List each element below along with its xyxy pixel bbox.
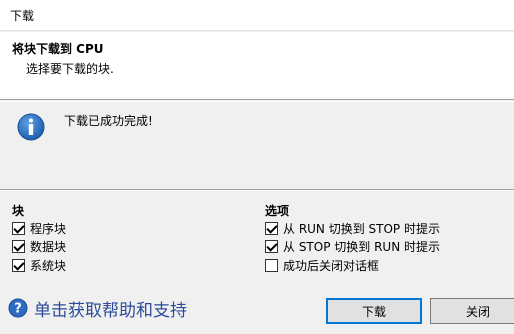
checkbox-label: 从 RUN 切换到 STOP 时提示 (283, 221, 440, 236)
svg-text:?: ? (14, 302, 22, 317)
divider (0, 101, 514, 102)
checkbox-label: 从 STOP 切换到 RUN 时提示 (283, 239, 440, 254)
checkbox-system-block[interactable]: 系统块 (12, 257, 66, 273)
header-title: 将块下载到 CPU (12, 42, 104, 56)
checkbox-prompt-stop-to-run[interactable]: 从 STOP 切换到 RUN 时提示 (265, 238, 440, 254)
help-link-text[interactable]: 单击获取帮助和支持 (34, 296, 187, 321)
help-link[interactable]: ? 单击获取帮助和支持 (8, 296, 187, 321)
checkbox-program-block[interactable]: 程序块 (12, 220, 66, 236)
close-button[interactable]: 关闭 (430, 298, 514, 324)
checkbox-label: 成功后关闭对话框 (283, 258, 380, 273)
options-section-title: 选项 (265, 204, 290, 218)
header-subtitle: 选择要下载的块. (26, 62, 114, 76)
checkbox-data-block[interactable]: 数据块 (12, 238, 66, 254)
checkbox-close-on-success[interactable]: 成功后关闭对话框 (265, 257, 379, 273)
checkbox-box[interactable] (265, 258, 278, 272)
checkbox-box[interactable] (265, 239, 278, 253)
download-button[interactable]: 下载 (326, 298, 422, 324)
divider (0, 190, 514, 191)
checkbox-label: 数据块 (30, 239, 67, 254)
checkbox-box[interactable] (265, 221, 278, 235)
status-message: 下载已成功完成! (64, 114, 153, 128)
checkbox-box[interactable] (12, 258, 25, 272)
title-bar: 下载 (0, 0, 514, 31)
checkbox-prompt-run-to-stop[interactable]: 从 RUN 切换到 STOP 时提示 (265, 220, 440, 236)
header-panel: 将块下载到 CPU 选择要下载的块. (0, 32, 514, 100)
help-icon: ? (8, 298, 28, 318)
checkbox-box[interactable] (12, 239, 25, 253)
blocks-section-title: 块 (12, 204, 25, 218)
checkbox-label: 程序块 (30, 221, 67, 236)
info-icon (17, 113, 45, 141)
checkbox-box[interactable] (12, 221, 25, 235)
window-title: 下载 (10, 9, 35, 23)
checkbox-label: 系统块 (30, 258, 67, 273)
